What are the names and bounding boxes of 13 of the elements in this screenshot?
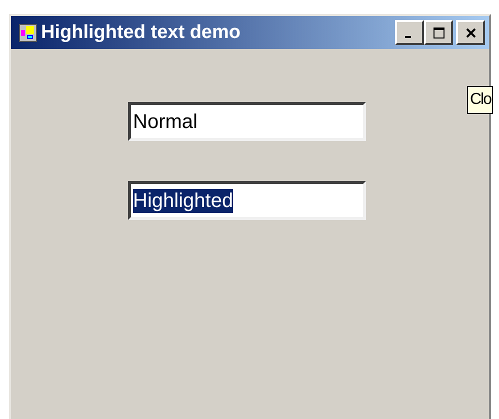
maximize-button[interactable] bbox=[424, 20, 453, 45]
window-title: Highlighted text demo bbox=[41, 22, 242, 44]
text-field[interactable]: Highlighted bbox=[128, 181, 366, 220]
app-icon bbox=[19, 24, 37, 42]
minimize-button[interactable] bbox=[395, 20, 424, 45]
minimize-icon bbox=[404, 36, 410, 38]
close-button[interactable] bbox=[456, 20, 485, 45]
maximize-icon bbox=[432, 26, 444, 38]
field-value: Highlighted bbox=[133, 188, 234, 212]
field-value: Normal bbox=[133, 110, 198, 134]
close-icon bbox=[464, 26, 476, 38]
text-field[interactable]: Normal bbox=[128, 102, 366, 141]
tooltip: Clo bbox=[467, 86, 494, 114]
